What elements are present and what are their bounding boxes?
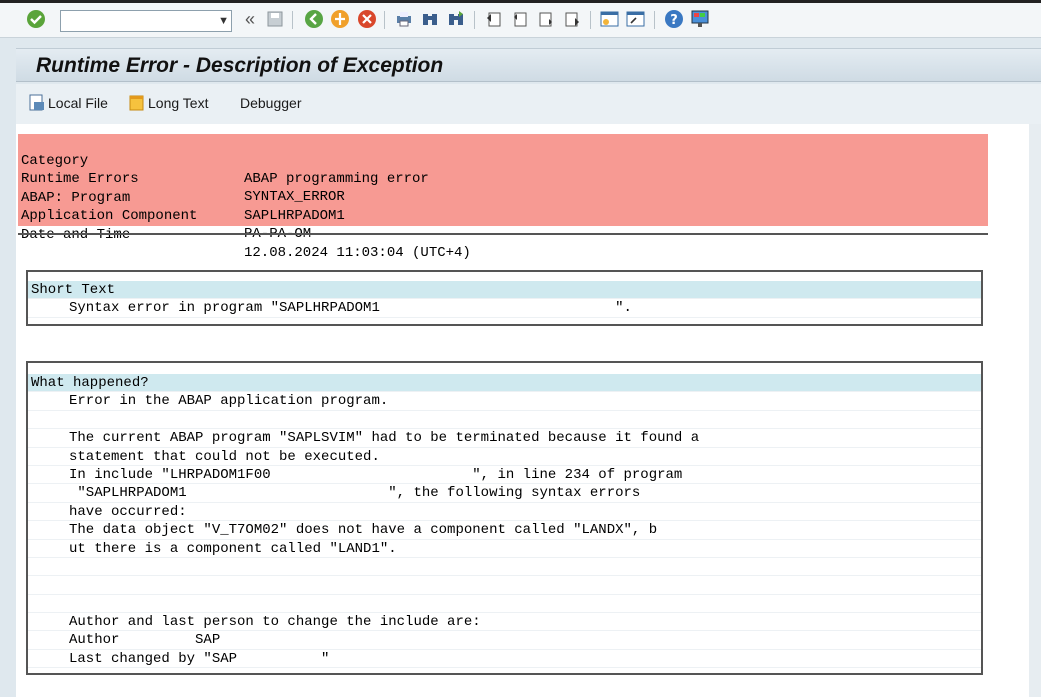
local-file-button[interactable]: Local File	[28, 93, 108, 113]
back-icon[interactable]	[304, 9, 324, 29]
debugger-label: Debugger	[240, 95, 302, 111]
cancel-icon[interactable]	[357, 9, 377, 29]
separator	[384, 11, 385, 29]
scrollbar[interactable]	[1029, 124, 1041, 697]
next-page-icon[interactable]	[536, 9, 556, 29]
what-happened-line	[28, 558, 981, 577]
long-text-icon	[128, 94, 146, 112]
long-text-button[interactable]: Long Text	[128, 93, 208, 113]
find-icon[interactable]	[420, 9, 440, 29]
what-happened-line: statement that could not be executed.	[28, 448, 981, 466]
find-next-icon[interactable]	[446, 9, 466, 29]
what-happened-line	[28, 576, 981, 595]
what-happened-line: have occurred:	[28, 503, 981, 522]
enter-icon[interactable]	[26, 9, 46, 29]
page-title: Runtime Error - Description of Exception	[36, 54, 444, 77]
separator	[590, 11, 591, 29]
header-row: ABAP: Program SAPLHRPADOM1	[18, 171, 988, 224]
header-row: Runtime Errors SYNTAX_ERROR	[18, 152, 988, 205]
what-happened-line: The current ABAP program "SAPLSVIM" had …	[28, 429, 981, 448]
short-text-box: Short Text Syntax error in program "SAPL…	[26, 270, 983, 326]
local-file-icon	[28, 94, 46, 112]
header-row: Application Component PA-PA-OM	[18, 189, 988, 242]
previous-page-icon[interactable]	[510, 9, 530, 29]
long-text-label: Long Text	[148, 95, 209, 111]
short-text-heading: Short Text	[28, 281, 981, 300]
what-happened-line: Author and last person to change the inc…	[28, 613, 981, 632]
customize-layout-icon[interactable]	[690, 9, 710, 29]
what-happened-heading: What happened?	[28, 374, 981, 393]
print-icon[interactable]	[394, 9, 414, 29]
separator	[654, 11, 655, 29]
exit-icon[interactable]	[330, 9, 350, 29]
save-icon[interactable]	[265, 9, 285, 29]
last-page-icon[interactable]	[562, 9, 582, 29]
what-happened-line: "SAPLHRPADOM1 ", the following syntax er…	[28, 484, 981, 503]
collapse-icon[interactable]: «	[240, 9, 260, 29]
what-happened-line	[28, 595, 981, 614]
header-row: Category ABAP programming error	[18, 134, 988, 187]
header-row: Date and Time 12.08.2024 11:03:04 (UTC+4…	[18, 208, 988, 261]
what-happened-box: What happened? Error in the ABAP applica…	[26, 361, 983, 675]
error-header-table: Category ABAP programming error Runtime …	[18, 134, 988, 261]
chevron-down-icon[interactable]: ▼	[218, 15, 229, 27]
what-happened-line: In include "LHRPADOM1F00 ", in line 234 …	[28, 466, 981, 485]
divider	[18, 233, 988, 235]
what-happened-line: Last changed by "SAP "	[28, 650, 981, 669]
svg-text:?: ?	[670, 13, 678, 28]
debugger-button[interactable]: Debugger	[240, 93, 302, 113]
what-happened-line: Author SAP	[28, 631, 981, 650]
what-happened-line: The data object "V_T7OM02" does not have…	[28, 521, 981, 540]
first-page-icon[interactable]	[484, 9, 504, 29]
what-happened-line: ut there is a component called "LAND1".	[28, 540, 981, 558]
shortcut-icon[interactable]	[626, 9, 646, 29]
new-session-icon[interactable]	[600, 9, 620, 29]
application-toolbar: Local File Long Text Debugger	[16, 84, 1041, 124]
system-toolbar: ▼ « ?	[0, 0, 1041, 38]
separator	[292, 11, 293, 29]
command-field[interactable]: ▼	[60, 10, 232, 32]
local-file-label: Local File	[48, 95, 108, 111]
separator	[474, 11, 475, 29]
what-happened-line: Error in the ABAP application program.	[28, 392, 981, 411]
short-text-line: Syntax error in program "SAPLHRPADOM1 ".	[28, 299, 981, 318]
help-icon[interactable]: ?	[664, 9, 684, 29]
header-value: 12.08.2024 11:03:04 (UTC+4)	[244, 244, 471, 261]
what-happened-line	[28, 411, 981, 430]
title-bar: Runtime Error - Description of Exception	[16, 48, 1041, 82]
